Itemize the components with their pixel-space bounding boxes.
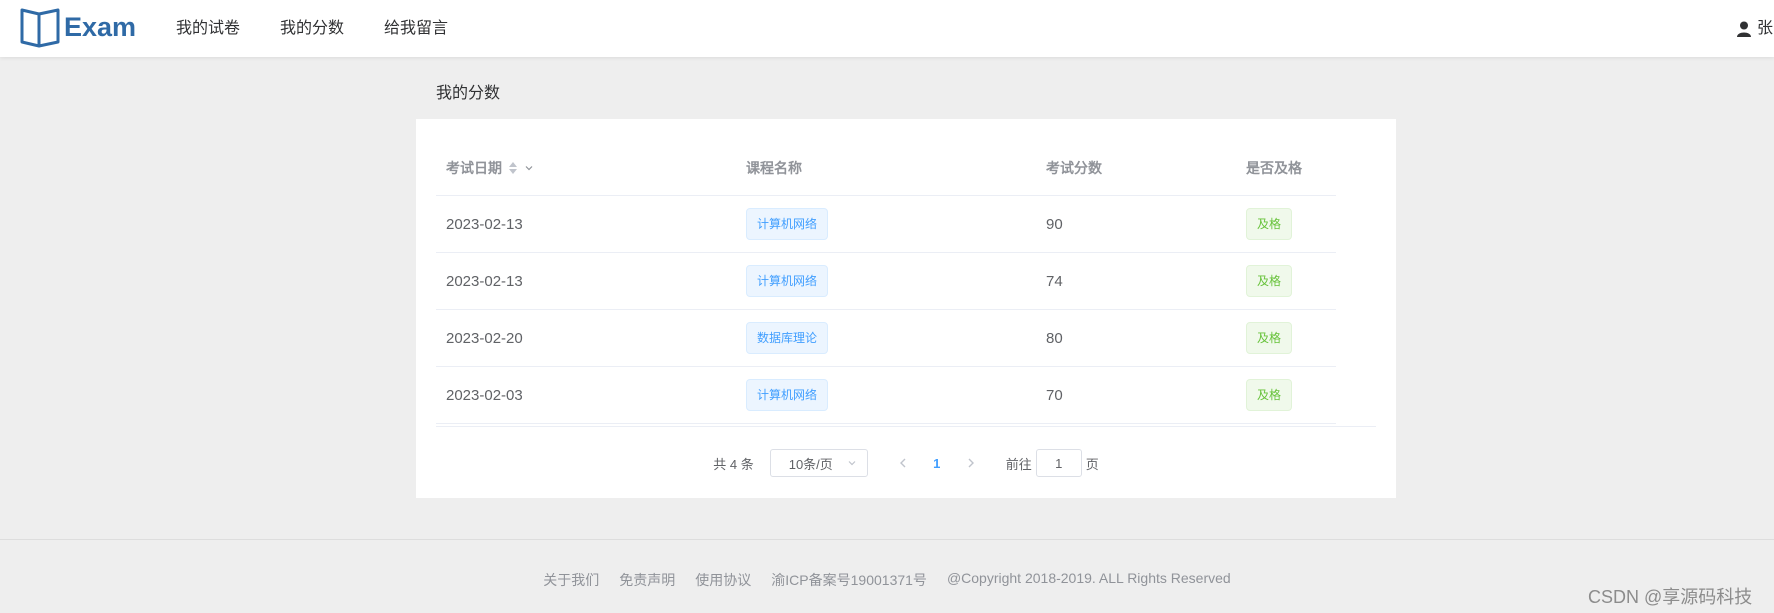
logo-text: Exam xyxy=(64,12,137,42)
chevron-down-icon xyxy=(848,461,856,466)
table-divider xyxy=(436,426,1376,427)
main-nav: 我的试卷 我的分数 给我留言 xyxy=(176,0,488,57)
table-row: 2023-02-03 计算机网络 70 及格 xyxy=(436,367,1336,424)
pagination-total: 共 4 条 xyxy=(713,456,754,472)
table-row: 2023-02-13 计算机网络 90 及格 xyxy=(436,196,1336,253)
nav-my-scores[interactable]: 我的分数 xyxy=(280,0,344,57)
column-course-name: 课程名称 xyxy=(746,160,802,176)
cell-score: 70 xyxy=(1046,386,1063,404)
footer-copyright: @Copyright 2018-2019. ALL Rights Reserve… xyxy=(946,570,1231,586)
column-label: 考试日期 xyxy=(446,160,502,176)
cell-score: 74 xyxy=(1046,272,1063,290)
nav-my-papers[interactable]: 我的试卷 xyxy=(176,0,240,57)
page-jumper: 前往 页 xyxy=(1006,449,1099,477)
cell-date: 2023-02-13 xyxy=(446,272,523,290)
logo[interactable]: Exam xyxy=(20,2,136,52)
pass-badge: 及格 xyxy=(1246,322,1293,354)
cell-date: 2023-02-03 xyxy=(446,386,523,404)
pagination: 共 4 条 10条/页 1 前往 页 xyxy=(416,449,1396,477)
table-header: 考试日期 课程名称 考试分数 是否及格 xyxy=(436,141,1336,196)
next-page-button[interactable] xyxy=(956,449,986,477)
page-size-select[interactable]: 10条/页 xyxy=(769,449,868,477)
footer: 关于我们 免责声明 使用协议 渝ICP备案号19001371号 @Copyrig… xyxy=(0,570,1774,590)
chevron-right-icon xyxy=(968,458,974,468)
footer-divider xyxy=(0,539,1774,540)
cell-score: 80 xyxy=(1046,329,1063,347)
course-tag: 计算机网络 xyxy=(746,265,829,297)
scores-card: 考试日期 课程名称 考试分数 是否及格 2023-02-13 计算机网络 90 … xyxy=(416,119,1396,498)
course-tag: 计算机网络 xyxy=(746,379,829,411)
filter-chevron-icon[interactable] xyxy=(524,163,534,173)
course-tag: 数据库理论 xyxy=(746,322,829,354)
goto-suffix: 页 xyxy=(1085,456,1099,472)
user-name: 张 xyxy=(1757,20,1774,37)
page-title: 我的分数 xyxy=(436,85,501,102)
page-size-value: 10条/页 xyxy=(788,456,833,472)
footer-link-disclaimer[interactable]: 免责声明 xyxy=(619,570,675,590)
goto-prefix: 前往 xyxy=(1005,456,1032,472)
footer-link-about[interactable]: 关于我们 xyxy=(543,570,599,590)
column-exam-score: 考试分数 xyxy=(1046,160,1102,176)
pass-badge: 及格 xyxy=(1246,379,1293,411)
user-menu[interactable]: 张 xyxy=(1737,0,1773,57)
nav-message[interactable]: 给我留言 xyxy=(384,0,448,57)
table-row: 2023-02-13 计算机网络 74 及格 xyxy=(436,253,1336,310)
book-icon xyxy=(20,8,60,48)
pass-badge: 及格 xyxy=(1246,265,1293,297)
pass-badge: 及格 xyxy=(1246,208,1293,240)
cell-score: 90 xyxy=(1046,215,1063,233)
column-pass-status: 是否及格 xyxy=(1246,160,1302,176)
chevron-left-icon xyxy=(899,458,906,468)
table-row: 2023-02-20 数据库理论 80 及格 xyxy=(436,310,1336,367)
column-exam-date[interactable]: 考试日期 xyxy=(436,158,736,178)
cell-date: 2023-02-20 xyxy=(446,329,523,347)
user-icon xyxy=(1737,21,1751,37)
page-number-current[interactable]: 1 xyxy=(918,449,956,477)
sort-icon[interactable] xyxy=(508,161,518,175)
csdn-watermark: CSDN @享源码科技 xyxy=(1588,587,1753,607)
course-tag: 计算机网络 xyxy=(746,208,829,240)
prev-page-button[interactable] xyxy=(888,449,918,477)
footer-link-icp[interactable]: 渝ICP备案号19001371号 xyxy=(771,570,927,590)
footer-link-terms[interactable]: 使用协议 xyxy=(695,570,751,590)
goto-page-input[interactable] xyxy=(1035,449,1082,477)
top-header: Exam 我的试卷 我的分数 给我留言 张 xyxy=(0,0,1774,57)
cell-date: 2023-02-13 xyxy=(446,215,523,233)
scores-table: 考试日期 课程名称 考试分数 是否及格 2023-02-13 计算机网络 90 … xyxy=(436,141,1336,424)
